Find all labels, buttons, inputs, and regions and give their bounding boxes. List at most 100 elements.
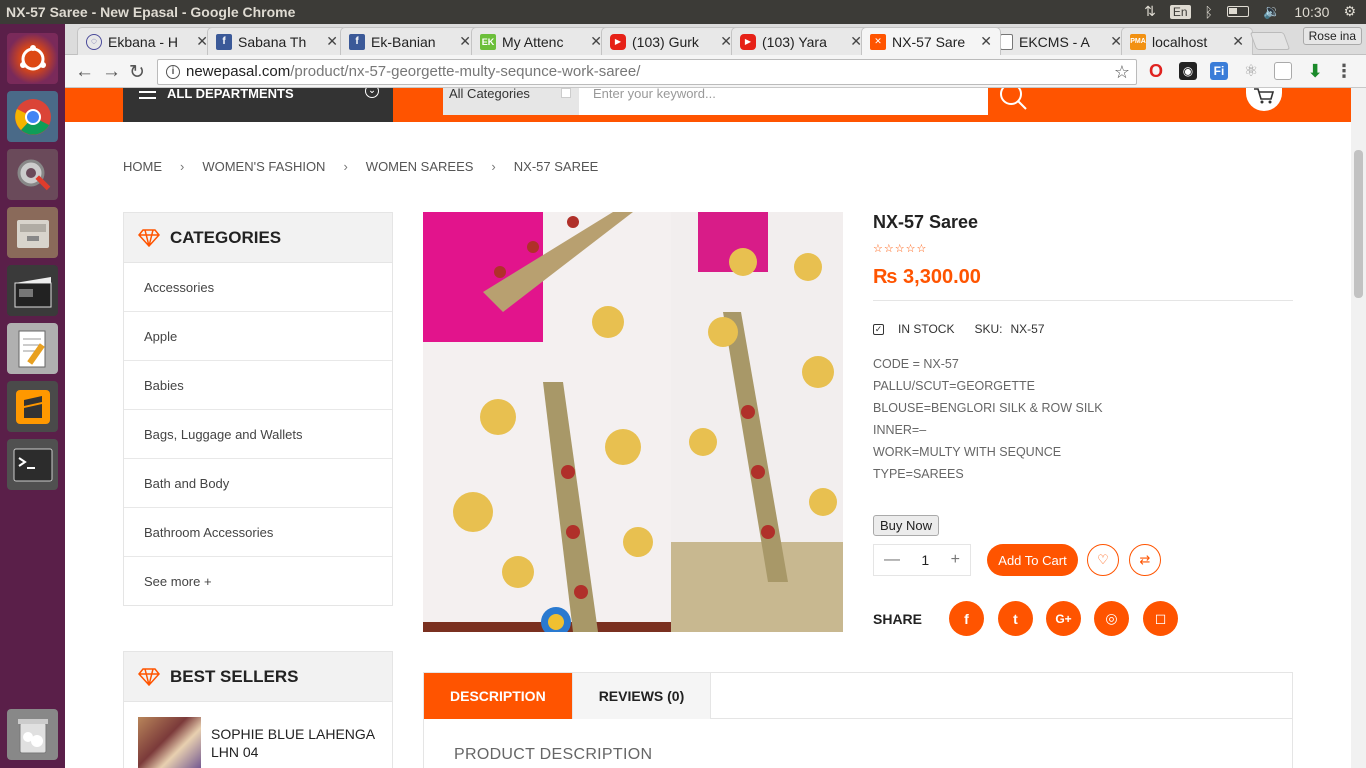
search-button[interactable] bbox=[995, 88, 1031, 114]
system-settings-icon[interactable] bbox=[7, 149, 58, 200]
close-icon[interactable]: ✕ bbox=[459, 33, 471, 50]
see-more-link[interactable]: See more + bbox=[124, 557, 392, 606]
keyboard-indicator[interactable]: En bbox=[1169, 4, 1191, 19]
buy-now-button[interactable]: Buy Now bbox=[873, 515, 940, 536]
browser-tab[interactable]: EKCMS - A ✕ bbox=[991, 27, 1131, 55]
minus-icon[interactable]: — bbox=[884, 551, 900, 569]
close-icon[interactable]: ✕ bbox=[1232, 33, 1244, 50]
compare-icon[interactable]: ⇄ bbox=[1129, 544, 1161, 576]
browser-tab[interactable]: f Ek-Banian ✕ bbox=[340, 27, 480, 55]
browser-tab[interactable]: ▶ (103) Yara ✕ bbox=[731, 27, 871, 55]
fi-extension-icon[interactable]: Fi bbox=[1210, 62, 1228, 80]
profile-button[interactable]: Rose ina bbox=[1302, 27, 1362, 45]
bookmark-star-icon[interactable]: ☆ bbox=[1114, 60, 1130, 84]
cart-button[interactable] bbox=[1246, 88, 1282, 111]
search-category-select[interactable]: All Categories bbox=[443, 88, 579, 115]
tab-description[interactable]: DESCRIPTION bbox=[424, 673, 573, 719]
breadcrumb-separator-icon: › bbox=[180, 159, 185, 174]
web-page: ALL DEPARTMENTS ⌄ All Categories Enter y… bbox=[65, 88, 1351, 768]
facebook-share-icon[interactable]: f bbox=[949, 601, 984, 636]
browser-tab-active[interactable]: ✕ NX-57 Sare ✕ bbox=[861, 27, 1001, 55]
files-icon[interactable] bbox=[7, 207, 58, 258]
trash-icon[interactable] bbox=[7, 709, 58, 760]
browser-tab[interactable]: ▶ (103) Gurk ✕ bbox=[601, 27, 741, 55]
wishlist-heart-icon[interactable]: ♡ bbox=[1087, 544, 1119, 576]
tab-title: My Attenc bbox=[502, 33, 564, 50]
back-arrow-icon[interactable]: ← bbox=[75, 61, 94, 83]
detail-line: WORK=MULTY WITH SEQUNCE bbox=[873, 445, 1062, 459]
bluetooth-icon[interactable]: ᛒ bbox=[1205, 4, 1213, 20]
browser-tab[interactable]: PMA localhost ✕ bbox=[1121, 27, 1253, 55]
window-extension-icon[interactable] bbox=[1274, 62, 1292, 80]
download-icon[interactable]: ⬇ bbox=[1306, 61, 1324, 81]
volume-icon[interactable]: 🔉 bbox=[1263, 3, 1280, 20]
best-seller-thumbnail[interactable] bbox=[138, 717, 201, 768]
twitter-share-icon[interactable]: t bbox=[998, 601, 1033, 636]
category-item[interactable]: Babies bbox=[124, 361, 392, 410]
scrollbar-thumb[interactable] bbox=[1354, 150, 1363, 298]
new-tab-button[interactable] bbox=[1249, 32, 1291, 50]
unity-launcher bbox=[0, 24, 65, 768]
quantity-value[interactable]: 1 bbox=[921, 552, 929, 568]
best-seller-name[interactable]: SOPHIE BLUE LAHENGA LHN 04 bbox=[211, 725, 378, 768]
browser-tab-strip: ◌ Ekbana - H ✕ f Sabana Th ✕ f Ek-Banian… bbox=[65, 24, 1366, 55]
search-placeholder: Enter your keyword... bbox=[593, 88, 716, 101]
ghostery-icon[interactable]: ◉ bbox=[1179, 62, 1197, 80]
ubuntu-dash-icon[interactable] bbox=[7, 33, 58, 84]
plus-icon[interactable]: + bbox=[951, 551, 960, 569]
forward-arrow-icon[interactable]: → bbox=[102, 61, 121, 83]
close-icon[interactable]: ✕ bbox=[980, 33, 992, 50]
product-image[interactable] bbox=[423, 212, 843, 632]
reload-icon[interactable]: ↻ bbox=[129, 61, 145, 84]
add-to-cart-button[interactable]: Add To Cart bbox=[987, 544, 1078, 576]
breadcrumb-current: NX-57 SAREE bbox=[513, 159, 599, 174]
address-bar[interactable]: i newepasal.com/product/nx-57-georgette-… bbox=[157, 59, 1137, 85]
browser-tab[interactable]: ◌ Ekbana - H ✕ bbox=[77, 27, 217, 55]
quantity-stepper[interactable]: — 1 + bbox=[873, 544, 971, 576]
text-editor-icon[interactable] bbox=[7, 323, 58, 374]
breadcrumb-women-sarees[interactable]: WOMEN SAREES bbox=[366, 159, 474, 174]
tab-reviews[interactable]: REVIEWS (0) bbox=[572, 673, 712, 719]
page-scrollbar[interactable] bbox=[1351, 88, 1366, 768]
clock[interactable]: 10:30 bbox=[1294, 4, 1329, 20]
google-plus-share-icon[interactable]: G+ bbox=[1046, 601, 1081, 636]
instagram-share-icon[interactable]: ◻ bbox=[1143, 601, 1178, 636]
sublime-text-icon[interactable] bbox=[7, 381, 58, 432]
search-icon bbox=[1000, 88, 1027, 110]
dribbble-share-icon[interactable]: ◎ bbox=[1094, 601, 1129, 636]
settings-gear-icon[interactable]: ⚙ bbox=[1343, 3, 1356, 20]
terminal-icon[interactable] bbox=[7, 439, 58, 490]
breadcrumb-separator-icon: › bbox=[491, 159, 496, 174]
menu-dots-icon[interactable]: ⋮ bbox=[1335, 61, 1353, 81]
category-item[interactable]: Bags, Luggage and Wallets bbox=[124, 410, 392, 459]
breadcrumb-home[interactable]: HOME bbox=[123, 159, 162, 174]
network-icon[interactable]: ⇅ bbox=[1144, 3, 1156, 20]
category-item[interactable]: Accessories bbox=[124, 263, 392, 312]
search-input[interactable]: Enter your keyword... bbox=[579, 88, 988, 115]
close-icon[interactable]: ✕ bbox=[326, 33, 338, 50]
category-select-value: All Categories bbox=[449, 88, 530, 101]
product-price: ₨ 3,300.00 bbox=[873, 266, 981, 288]
categories-title: CATEGORIES bbox=[170, 227, 282, 247]
category-item[interactable]: Apple bbox=[124, 312, 392, 361]
hamburger-icon bbox=[139, 91, 156, 99]
category-item[interactable]: Bathroom Accessories bbox=[124, 508, 392, 557]
best-seller-item[interactable]: SOPHIE BLUE LAHENGA LHN 04 bbox=[124, 702, 392, 768]
facebook-icon: f bbox=[349, 33, 365, 50]
react-devtools-icon[interactable]: ⚛ bbox=[1242, 62, 1260, 80]
product-title: NX-57 Saree bbox=[873, 212, 979, 232]
category-item[interactable]: Bath and Body bbox=[124, 459, 392, 508]
all-departments-menu[interactable]: ALL DEPARTMENTS ⌄ bbox=[123, 88, 393, 122]
info-icon[interactable]: i bbox=[166, 65, 180, 79]
video-editor-icon[interactable] bbox=[7, 265, 58, 316]
tab-title: Ek-Banian bbox=[371, 33, 436, 50]
chrome-launcher-icon[interactable] bbox=[7, 91, 58, 142]
categories-panel: CATEGORIES Accessories Apple Babies Bags… bbox=[123, 212, 393, 606]
breadcrumb-womens-fashion[interactable]: WOMEN'S FASHION bbox=[202, 159, 325, 174]
browser-tab[interactable]: EK My Attenc ✕ bbox=[471, 27, 611, 55]
browser-tab[interactable]: f Sabana Th ✕ bbox=[207, 27, 347, 55]
opera-icon[interactable]: O bbox=[1147, 61, 1165, 81]
tab-title: Ekbana - H bbox=[108, 33, 179, 50]
battery-icon[interactable] bbox=[1226, 6, 1249, 17]
rating-stars-icon[interactable]: ☆☆☆☆☆ bbox=[873, 242, 927, 255]
